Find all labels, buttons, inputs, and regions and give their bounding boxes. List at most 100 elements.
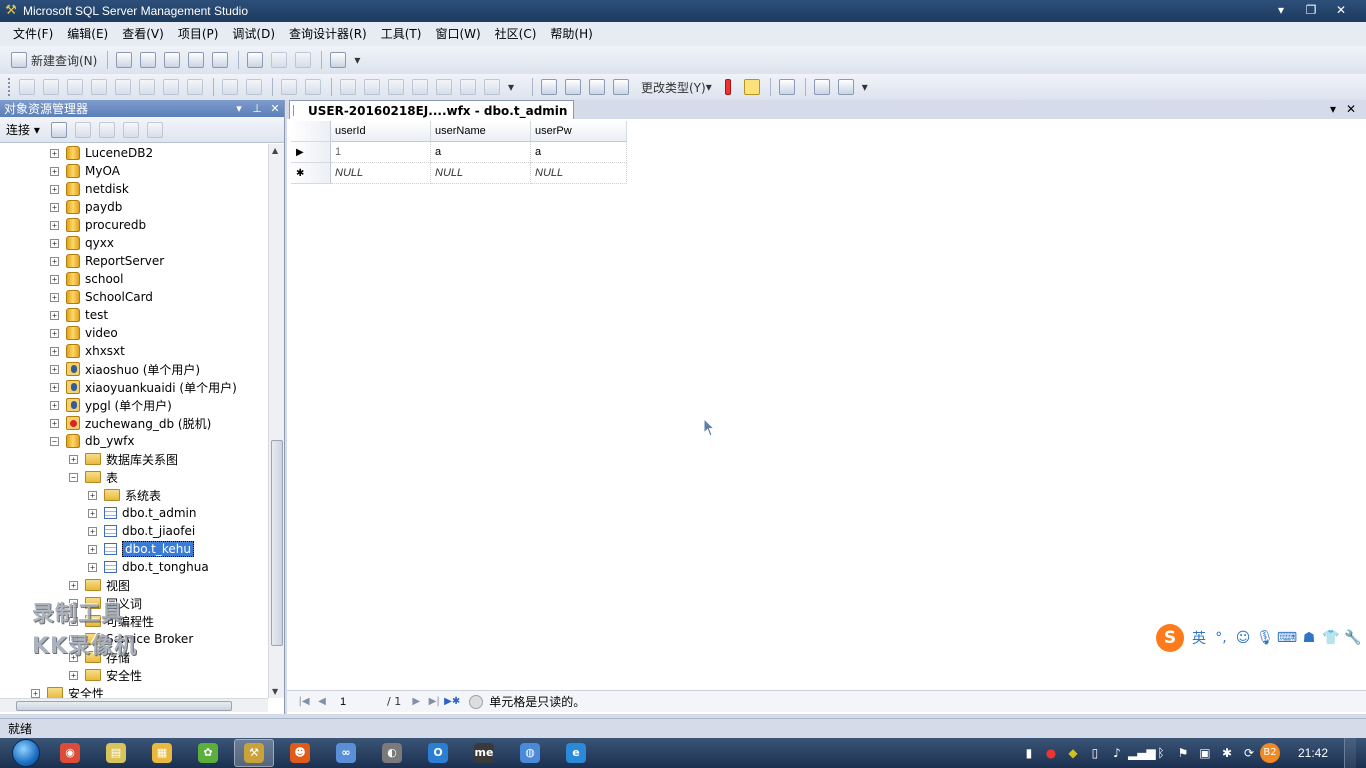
xmla-query-button[interactable] [185,50,207,70]
tree-node[interactable]: + test [50,306,108,324]
tree-node[interactable]: + xhxsxt [50,342,125,360]
menu-query-designer[interactable]: 查询设计器(R) [282,22,374,46]
tree-node-label[interactable]: zuchewang_db (脱机) [85,415,211,432]
tree-node-label[interactable]: db_ywfx [85,434,134,448]
tree-node[interactable]: − db_ywfx [50,432,134,450]
layout-button-2[interactable] [361,77,383,97]
tree-node-label[interactable]: xiaoshuo (单个用户) [85,361,200,378]
add-table-button[interactable] [160,77,182,97]
tree-node-label[interactable]: LuceneDB2 [85,146,153,160]
menu-debug[interactable]: 调试(D) [225,22,282,46]
tree-node-label[interactable]: MyOA [85,164,120,178]
expand-icon[interactable]: + [50,292,59,302]
security-icon[interactable]: ● [1040,746,1062,760]
use-group-by-button[interactable] [302,77,324,97]
document-tab[interactable]: USER-20160218EJ....wfx - dbo.t_admin [289,100,575,119]
open-file-button[interactable] [244,50,266,70]
new-query-button[interactable]: 新建查询(N) [8,50,100,70]
layout-button-5[interactable] [433,77,455,97]
expand-icon[interactable]: + [50,382,59,392]
tree-node[interactable]: + dbo.t_jiaofei [88,522,195,540]
pane-dropdown-button[interactable]: ▾ [230,102,248,115]
taskbar-leaf-app-button[interactable]: ✿ [188,739,228,767]
taskbar-outlook-button[interactable]: O [418,739,458,767]
show-sql-button[interactable] [64,77,86,97]
tree-node[interactable]: + xiaoyuankuaidi (单个用户) [50,378,237,396]
db-engine-query-button[interactable] [137,50,159,70]
tree-node-label[interactable]: ReportServer [85,254,164,268]
sogou-logo-icon[interactable]: S [1156,624,1184,652]
sort-descending-button[interactable] [243,77,265,97]
tree-node[interactable]: + dbo.t_tonghua [88,558,209,576]
toolbar-overflow-button[interactable]: ▾ [351,50,371,70]
diagram-pane-toggle[interactable] [538,77,560,97]
box-icon[interactable]: ▣ [1194,746,1216,760]
tree-node[interactable]: + procuredb [50,216,146,234]
tree-node[interactable]: + 数据库关系图 [69,450,178,468]
tree-node-label[interactable]: dbo.t_tonghua [122,560,209,574]
layout-button-1[interactable] [337,77,359,97]
tree-node[interactable]: + ypgl (单个用户) [50,396,172,414]
results-pane-toggle[interactable] [610,77,632,97]
activity-monitor-button[interactable] [327,50,349,70]
show-results-button[interactable] [88,77,110,97]
notification-badge-icon[interactable]: B2 [1259,743,1280,763]
grid-cell[interactable]: NULL [431,163,531,184]
sync-icon[interactable]: ⟳ [1238,746,1260,760]
menu-file[interactable]: 文件(F) [6,22,60,46]
tree-node[interactable]: + SchoolCard [50,288,153,306]
expand-icon[interactable]: + [50,166,59,176]
skin-icon[interactable]: 👕 [1320,630,1342,646]
expand-icon[interactable]: + [50,310,59,320]
last-record-icon[interactable]: ▶| [425,696,443,707]
taskbar-notepad-button[interactable]: ▤ [96,739,136,767]
prev-record-icon[interactable]: ◀ [313,696,331,707]
tree-node-label[interactable]: school [85,272,123,286]
menu-window[interactable]: 窗口(W) [428,22,487,46]
disconnect-button[interactable] [72,120,94,140]
tree-node-label[interactable]: netdisk [85,182,129,196]
taskbar-chrome-button[interactable]: ◉ [50,739,90,767]
tree-node-label[interactable]: ypgl (单个用户) [85,397,172,414]
minimize-button[interactable]: ▾ [1266,0,1296,20]
tree-node[interactable]: + 安全性 [31,684,104,698]
add-derived-table-button[interactable] [184,77,206,97]
filter-button[interactable] [120,120,142,140]
network-icon[interactable]: ▂▄▆ [1128,746,1156,760]
tree-node-label[interactable]: dbo.t_jiaofei [122,524,195,538]
taskbar-explorer-button[interactable]: ▦ [142,739,182,767]
expand-icon[interactable]: + [50,148,59,158]
tree-node-label[interactable]: 系统表 [125,487,161,504]
layout-button-3[interactable] [385,77,407,97]
expand-icon[interactable]: + [50,346,59,356]
show-desktop-button[interactable] [1344,738,1356,768]
expand-icon[interactable]: + [50,274,59,284]
show-criteria-button[interactable] [40,77,62,97]
tree-node-label[interactable]: video [85,326,118,340]
start-button[interactable] [8,738,44,768]
expand-icon[interactable]: + [50,418,59,428]
grid-cell[interactable]: NULL [331,163,431,184]
tree-node-label[interactable]: qyxx [85,236,114,250]
expand-icon[interactable]: + [69,670,78,680]
tab-list-dropdown[interactable]: ▾ [1324,102,1342,116]
connect-dropdown[interactable]: 连接 ▾ [6,121,40,138]
save-button[interactable] [268,50,290,70]
tree-node[interactable]: + ReportServer [50,252,164,270]
battery-icon[interactable]: ▮ [1018,746,1040,760]
tree-node[interactable]: + 系统表 [88,486,161,504]
add-new-derived-toggle[interactable] [835,77,857,97]
tree-node-label[interactable]: dbo.t_admin [122,506,196,520]
flag-icon[interactable]: ⚑ [1172,746,1194,760]
menu-edit[interactable]: 编辑(E) [60,22,115,46]
tree-node[interactable]: + school [50,270,123,288]
green-app-icon[interactable]: ◆ [1062,746,1084,760]
expand-icon[interactable]: + [88,526,97,536]
tree-vertical-scrollbar[interactable]: ▲ ▼ [268,144,284,698]
new-row-indicator-icon[interactable]: ✱ [291,163,331,184]
microphone-icon[interactable]: 🎙 [1254,630,1276,646]
device-icon[interactable]: ▯ [1084,746,1106,760]
toolbar-overflow-button[interactable]: ▾ [859,77,879,97]
refresh-button[interactable] [144,120,166,140]
taskbar-link-app-button[interactable]: ∞ [326,739,366,767]
